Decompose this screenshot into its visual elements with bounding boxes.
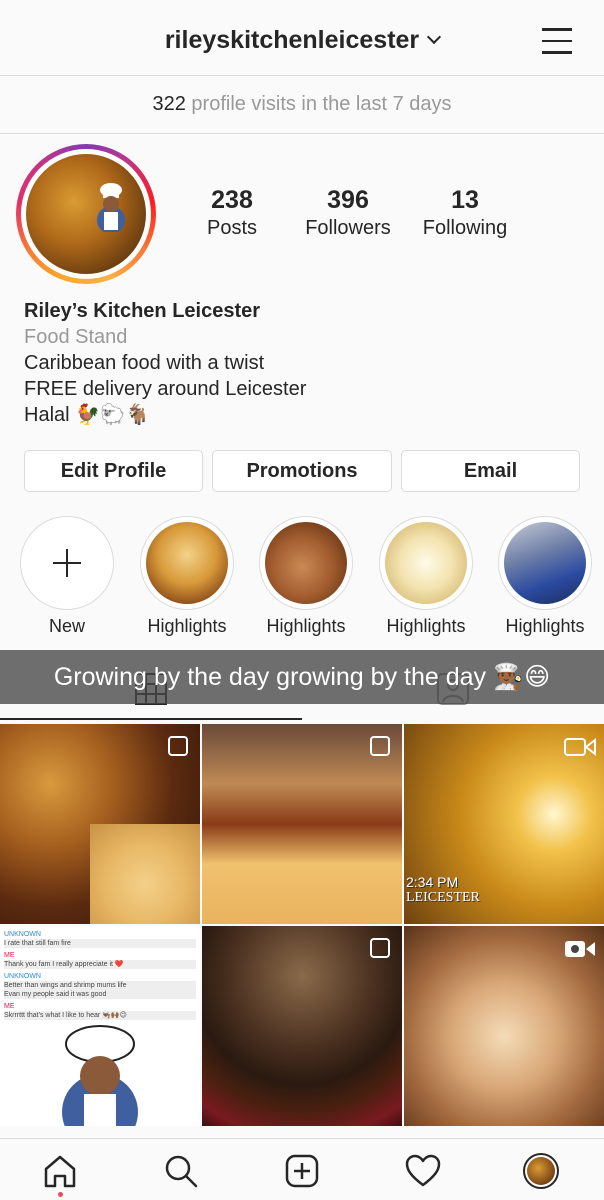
video-icon — [565, 941, 595, 957]
carousel-icon — [370, 736, 390, 756]
post-thumbnail[interactable]: 2:34 PM LEICESTER — [404, 724, 604, 924]
following-label: Following — [422, 217, 508, 239]
video-icon — [564, 737, 596, 757]
post-thumbnail[interactable]: UNKNOWN I rate that still fam fire ME Th… — [0, 926, 200, 1126]
highlight-new[interactable]: New — [20, 516, 114, 637]
story-ring[interactable] — [16, 144, 156, 284]
highlight-cover — [504, 522, 586, 604]
search-icon[interactable] — [163, 1153, 199, 1189]
chat-screenshot: UNKNOWN I rate that still fam fire ME Th… — [4, 930, 196, 1020]
highlight-item[interactable]: Highlights — [140, 516, 234, 637]
followers-stat[interactable]: 396 Followers — [298, 186, 398, 240]
posts-label: Posts — [206, 217, 258, 239]
highlight-item[interactable]: Highlights — [379, 516, 473, 637]
business-category: Food Stand — [24, 326, 128, 348]
carousel-icon — [168, 736, 188, 756]
profile-avatar — [26, 154, 146, 274]
carousel-icon — [370, 938, 390, 958]
profile-visits-count: 322 — [152, 93, 186, 115]
bottom-nav — [0, 1138, 604, 1200]
chef-sticker-icon — [62, 1025, 138, 1126]
posts-count: 238 — [211, 186, 253, 214]
following-count: 13 — [451, 186, 479, 214]
timestamp-overlay: 2:34 PM — [406, 874, 459, 890]
highlight-item[interactable]: Highlights — [498, 516, 592, 637]
home-icon[interactable] — [42, 1153, 78, 1189]
post-thumbnail[interactable] — [404, 926, 604, 1126]
profile-visits-banner[interactable]: 322 profile visits in the last 7 days — [0, 77, 604, 134]
profile-visits-text: profile visits in the last 7 days — [191, 93, 452, 115]
bio-line: Halal 🐓🐑🐐 — [24, 404, 150, 426]
display-name: Riley’s Kitchen Leicester — [24, 300, 261, 322]
plus-icon — [20, 516, 114, 610]
post-thumbnail[interactable] — [202, 926, 402, 1126]
chevron-down-icon — [427, 29, 442, 45]
email-button[interactable]: Email — [401, 450, 580, 492]
edit-profile-button[interactable]: Edit Profile — [24, 450, 203, 492]
notification-dot — [58, 1192, 63, 1197]
story-caption: Growing by the day growing by the day 👨🏾… — [0, 650, 604, 704]
post-thumbnail[interactable] — [0, 724, 200, 924]
location-overlay: LEICESTER — [406, 890, 480, 905]
posts-stat[interactable]: 238 Posts — [196, 186, 268, 240]
highlight-label: Highlights — [386, 616, 466, 636]
account-switcher[interactable]: rileyskitchenleicester — [0, 26, 604, 55]
profile-bio: Riley’s Kitchen Leicester Food Stand Car… — [24, 298, 306, 428]
chef-sticker-icon — [97, 183, 125, 232]
following-stat[interactable]: 13 Following — [418, 186, 512, 240]
heart-icon[interactable] — [405, 1153, 441, 1189]
followers-count: 396 — [327, 186, 369, 214]
highlight-label: Highlights — [147, 616, 227, 636]
bio-line: Caribbean food with a twist — [24, 352, 265, 374]
followers-label: Followers — [305, 217, 391, 239]
highlight-cover — [385, 522, 467, 604]
post-thumbnail[interactable] — [202, 724, 402, 924]
highlight-label: Highlights — [505, 616, 585, 636]
active-tab-indicator — [0, 718, 302, 720]
top-bar: rileyskitchenleicester — [0, 0, 604, 76]
username-label: rileyskitchenleicester — [164, 26, 420, 54]
new-post-icon[interactable] — [284, 1153, 320, 1189]
highlight-cover — [265, 522, 347, 604]
highlight-label: Highlights — [266, 616, 346, 636]
menu-icon[interactable] — [542, 28, 572, 54]
highlight-cover — [146, 522, 228, 604]
highlight-item[interactable]: Highlights — [259, 516, 353, 637]
highlight-label: New — [48, 616, 85, 636]
bio-line: FREE delivery around Leicester — [24, 378, 307, 400]
profile-avatar-icon[interactable] — [523, 1153, 559, 1189]
promotions-button[interactable]: Promotions — [212, 450, 392, 492]
